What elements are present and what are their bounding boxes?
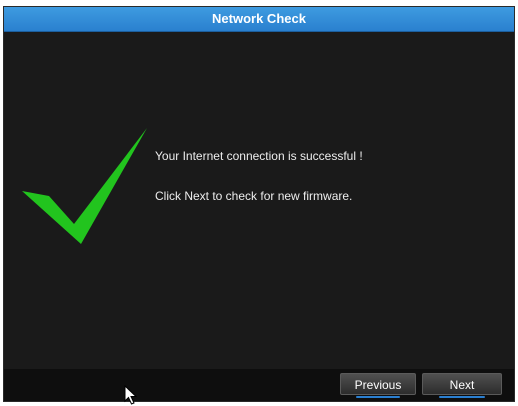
button-bar: Previous Next — [4, 369, 514, 401]
content-area: Your Internet connection is successful !… — [4, 32, 514, 369]
mouse-cursor-icon — [124, 385, 138, 405]
network-check-window: Network Check Your Internet connection i… — [3, 6, 515, 402]
success-message: Your Internet connection is successful ! — [155, 149, 363, 163]
next-button[interactable]: Next — [422, 373, 502, 398]
checkmark-icon — [22, 128, 147, 244]
instruction-text: Click Next to check for new firmware. — [155, 189, 353, 203]
window-title: Network Check — [4, 7, 514, 32]
previous-button[interactable]: Previous — [340, 373, 416, 398]
